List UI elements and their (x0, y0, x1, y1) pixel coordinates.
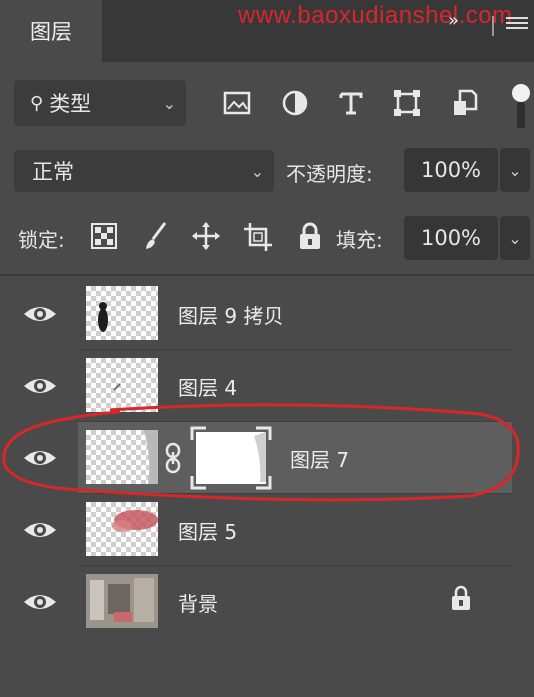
layer-row[interactable]: 图层 9 拷贝 (0, 278, 520, 350)
layer-thumbnail[interactable] (86, 286, 158, 340)
layer-row-selected[interactable]: 图层 7 (0, 422, 520, 494)
opacity-dropdown-button[interactable]: ⌄ (500, 148, 530, 192)
blend-mode-select[interactable]: 正常 ⌄ (14, 150, 274, 192)
layer-name[interactable]: 图层 5 (178, 516, 237, 545)
panel-menu-icon[interactable] (506, 14, 528, 36)
opacity-input[interactable]: 100% (404, 148, 498, 192)
layer-thumbnail[interactable] (86, 358, 158, 412)
lock-all-icon[interactable] (294, 218, 326, 254)
layer-row[interactable]: 图层 5 (0, 494, 520, 566)
layer-name[interactable]: 图层 4 (178, 372, 237, 401)
layer-name[interactable]: 图层 9 拷贝 (178, 300, 283, 329)
tab-divider (492, 16, 494, 36)
filter-toggle-track (517, 102, 525, 128)
background-photo-thumbnail[interactable] (86, 574, 158, 628)
watermark-text: www.baoxudianshel.com (238, 2, 513, 29)
fill-dropdown-button[interactable]: ⌄ (500, 216, 530, 260)
layer-mask-thumbnail[interactable] (190, 426, 272, 490)
chevron-down-icon: ⌄ (508, 160, 522, 180)
blend-mode-value: 正常 (32, 160, 74, 184)
visibility-eye-icon[interactable] (22, 372, 58, 400)
link-chain-icon[interactable] (164, 442, 182, 474)
toolbar-divider (0, 274, 534, 276)
layer-list: 图层 9 拷贝 图层 4 图层 7 图层 5 背景 (0, 278, 534, 697)
chevron-down-icon: ⌄ (250, 161, 264, 181)
layer-row[interactable]: 图层 4 (0, 350, 520, 422)
lock-artboard-icon[interactable] (242, 218, 274, 254)
collapse-panel-icon[interactable]: » (448, 10, 459, 31)
layer-thumbnail[interactable] (86, 502, 158, 556)
layer-thumbnail[interactable] (86, 430, 158, 484)
filter-kind-label: 类型 (49, 92, 92, 116)
fill-label: 填充: (336, 228, 383, 252)
lock-position-icon[interactable] (190, 218, 222, 254)
layer-row[interactable]: 背景 (0, 566, 520, 638)
image-filter-icon[interactable] (218, 84, 256, 122)
lock-transparent-pixels-icon[interactable] (88, 218, 120, 254)
layer-filter-select[interactable]: ⚲ 类型 ⌄ (14, 80, 186, 126)
lock-image-pixels-icon[interactable] (140, 218, 172, 254)
visibility-eye-icon[interactable] (22, 444, 58, 472)
adjustment-filter-icon[interactable] (276, 84, 314, 122)
chevron-down-icon: ⌄ (508, 228, 522, 248)
fill-input[interactable]: 100% (404, 216, 498, 260)
layer-name[interactable]: 背景 (178, 588, 218, 617)
shape-filter-icon[interactable] (388, 84, 426, 122)
chevron-down-icon: ⌄ (162, 93, 176, 113)
filter-toggle-switch[interactable] (512, 84, 530, 102)
visibility-eye-icon[interactable] (22, 588, 58, 616)
opacity-label: 不透明度: (286, 162, 373, 186)
tab-layers[interactable]: 图层 (0, 0, 102, 62)
layer-lock-icon[interactable] (450, 584, 472, 612)
smart-object-filter-icon[interactable] (446, 84, 484, 122)
visibility-eye-icon[interactable] (22, 300, 58, 328)
visibility-eye-icon[interactable] (22, 516, 58, 544)
search-icon: ⚲ (30, 92, 44, 114)
lock-label: 锁定: (18, 228, 65, 252)
type-filter-icon[interactable] (332, 84, 370, 122)
layer-name[interactable]: 图层 7 (290, 444, 349, 473)
